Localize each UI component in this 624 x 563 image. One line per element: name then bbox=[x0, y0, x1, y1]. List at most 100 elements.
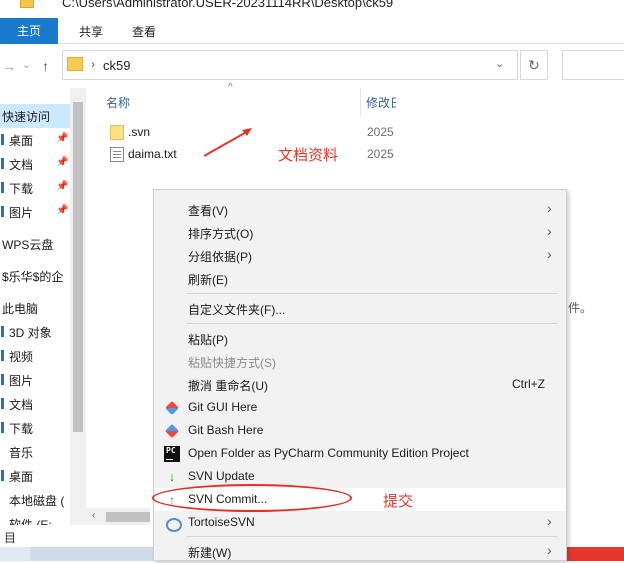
nav-item-desktop[interactable]: 桌面 📌 bbox=[0, 128, 70, 150]
folder-icon bbox=[110, 125, 124, 140]
menu-item-view[interactable]: 查看(V) › bbox=[154, 198, 566, 221]
nav-item-pictures-pc[interactable]: 图片 bbox=[0, 368, 70, 390]
pin-icon[interactable]: 📌 bbox=[56, 181, 68, 192]
menu-item-label: Git Bash Here bbox=[188, 423, 264, 437]
menu-item-label: 新建(W) bbox=[188, 546, 232, 560]
menu-item-label: 排序方式(O) bbox=[188, 227, 254, 241]
pin-icon[interactable]: 📌 bbox=[56, 205, 68, 216]
pycharm-icon: PC bbox=[164, 446, 180, 462]
refresh-button[interactable]: ↻ bbox=[520, 50, 548, 80]
taskbar-badge[interactable] bbox=[560, 547, 624, 561]
nav-item-local-disk[interactable]: 本地磁盘 ( bbox=[0, 488, 70, 510]
column-header-name[interactable]: 名称 bbox=[106, 94, 130, 111]
nav-item-label: 此电脑 bbox=[2, 302, 39, 316]
menu-item-git-bash[interactable]: Git Bash Here bbox=[154, 419, 566, 442]
nav-item-label: 文档 bbox=[9, 398, 34, 412]
nav-item-label: 桌面 bbox=[9, 470, 34, 484]
nav-item-wps-cloud[interactable]: WPS云盘 bbox=[0, 232, 70, 254]
menu-separator bbox=[187, 293, 557, 294]
nav-item-documents-pc[interactable]: 文档 bbox=[0, 392, 70, 414]
menu-item-label: 刷新(E) bbox=[188, 273, 228, 287]
scrollbar-thumb[interactable] bbox=[106, 512, 150, 522]
refresh-icon: ↻ bbox=[528, 57, 540, 73]
address-bar[interactable]: › ck59 ⌄ bbox=[62, 50, 518, 80]
menu-item-open-pycharm[interactable]: PC Open Folder as PyCharm Community Edit… bbox=[154, 442, 566, 465]
nav-item-downloads[interactable]: 下载 📌 bbox=[0, 176, 70, 198]
nav-item-desktop-pc[interactable]: 桌面 bbox=[0, 464, 70, 486]
nav-item-documents[interactable]: 文档 📌 bbox=[0, 152, 70, 174]
menu-item-tortoisesvn[interactable]: TortoiseSVN › bbox=[154, 511, 566, 534]
address-path[interactable]: ck59 bbox=[103, 58, 130, 73]
navigation-pane: 快速访问 桌面 📌 文档 📌 下载 📌 图片 📌 WPS云盘 $乐华$的企 此电… bbox=[0, 88, 86, 533]
nav-item-quick-access[interactable]: 快速访问 bbox=[0, 104, 70, 128]
scrollbar-thumb[interactable] bbox=[73, 102, 83, 432]
chevron-right-icon[interactable]: › bbox=[91, 57, 95, 71]
pin-icon[interactable]: 📌 bbox=[56, 157, 68, 168]
menu-item-sort-by[interactable]: 排序方式(O) › bbox=[154, 221, 566, 244]
horizontal-scrollbar[interactable]: ‹ bbox=[86, 508, 150, 525]
sort-ascending-icon: ^ bbox=[228, 82, 233, 93]
taskbar-app[interactable] bbox=[30, 547, 160, 561]
nav-scrollbar[interactable] bbox=[70, 88, 86, 525]
chevron-right-icon: › bbox=[547, 223, 552, 239]
menu-item-customize-folder[interactable]: 自定义文件夹(F)... bbox=[154, 297, 566, 320]
nav-item-videos[interactable]: 视频 bbox=[0, 344, 70, 366]
file-date: 2025 bbox=[367, 147, 394, 161]
nav-item-label: 本地磁盘 ( bbox=[9, 494, 65, 508]
menu-separator bbox=[187, 323, 557, 324]
recent-dropdown-icon[interactable]: ⌄ bbox=[22, 60, 30, 71]
downloads-icon bbox=[1, 182, 4, 193]
menu-item-group-by[interactable]: 分组依据(P) › bbox=[154, 244, 566, 267]
nav-item-label: 快速访问 bbox=[2, 110, 51, 124]
text-file-icon bbox=[110, 147, 124, 162]
menu-item-label: Open Folder as PyCharm Community Edition… bbox=[188, 446, 469, 460]
tortoisesvn-icon bbox=[164, 515, 182, 532]
empty-folder-hint: 件。 bbox=[568, 301, 593, 315]
menu-item-new[interactable]: 新建(W) › bbox=[154, 540, 566, 563]
tab-share[interactable]: 共享 bbox=[79, 23, 103, 40]
documents-icon bbox=[1, 398, 4, 409]
address-row: → ⌄ ↑ › ck59 ⌄ ↻ bbox=[0, 44, 624, 88]
chevron-down-icon[interactable]: ⌄ bbox=[495, 57, 504, 70]
annotation-commit-label: 提交 bbox=[383, 493, 414, 510]
chevron-right-icon: › bbox=[547, 246, 552, 262]
menu-item-paste[interactable]: 粘贴(P) bbox=[154, 327, 566, 350]
annotation-doc-label: 文档资料 bbox=[278, 147, 339, 164]
column-header-date[interactable]: 修改日 bbox=[366, 94, 396, 111]
menu-separator bbox=[187, 536, 557, 537]
search-input[interactable] bbox=[562, 50, 624, 80]
3d-objects-icon bbox=[1, 326, 4, 337]
window-title: C:\Users\Administrator.USER-20231114RR\D… bbox=[62, 0, 394, 10]
tab-home[interactable]: 主页 bbox=[0, 18, 58, 44]
nav-item-label: 音乐 bbox=[9, 446, 34, 460]
nav-item-downloads-pc[interactable]: 下载 bbox=[0, 416, 70, 438]
chevron-right-icon: › bbox=[547, 542, 552, 558]
menu-item-git-gui[interactable]: Git GUI Here bbox=[154, 396, 566, 419]
git-gui-icon bbox=[164, 400, 180, 416]
menu-item-refresh[interactable]: 刷新(E) bbox=[154, 267, 566, 290]
up-arrow-icon[interactable]: ↑ bbox=[42, 58, 49, 74]
nav-item-label: 桌面 bbox=[9, 134, 34, 148]
nav-item-label: 视频 bbox=[9, 350, 34, 364]
nav-item-label: $乐华$的企 bbox=[2, 270, 64, 284]
column-divider[interactable] bbox=[360, 88, 361, 116]
nav-item-music[interactable]: 音乐 bbox=[0, 440, 70, 462]
nav-item-this-pc[interactable]: 此电脑 bbox=[0, 296, 70, 318]
menu-item-label: Git GUI Here bbox=[188, 400, 258, 414]
scroll-left-icon[interactable]: ‹ bbox=[92, 510, 95, 521]
menu-item-label: 粘贴快捷方式(S) bbox=[188, 356, 276, 370]
menu-item-label: 撤消 重命名(U) bbox=[188, 379, 268, 393]
nav-item-pictures[interactable]: 图片 📌 bbox=[0, 200, 70, 222]
nav-item-enterprise[interactable]: $乐华$的企 bbox=[0, 264, 70, 286]
videos-icon bbox=[1, 350, 4, 361]
pin-icon[interactable]: 📌 bbox=[56, 133, 68, 144]
ribbon-tabs: 主页 共享 查看 bbox=[0, 14, 624, 44]
file-date: 2025 bbox=[367, 125, 394, 139]
git-bash-icon bbox=[164, 423, 180, 439]
tab-view[interactable]: 查看 bbox=[132, 23, 156, 40]
chevron-right-icon: › bbox=[547, 513, 552, 529]
forward-icon[interactable]: → bbox=[2, 58, 16, 74]
menu-item-undo-rename[interactable]: 撤消 重命名(U) Ctrl+Z bbox=[154, 373, 566, 396]
nav-item-3d-objects[interactable]: 3D 对象 bbox=[0, 320, 70, 342]
nav-item-label: 图片 bbox=[9, 206, 34, 220]
